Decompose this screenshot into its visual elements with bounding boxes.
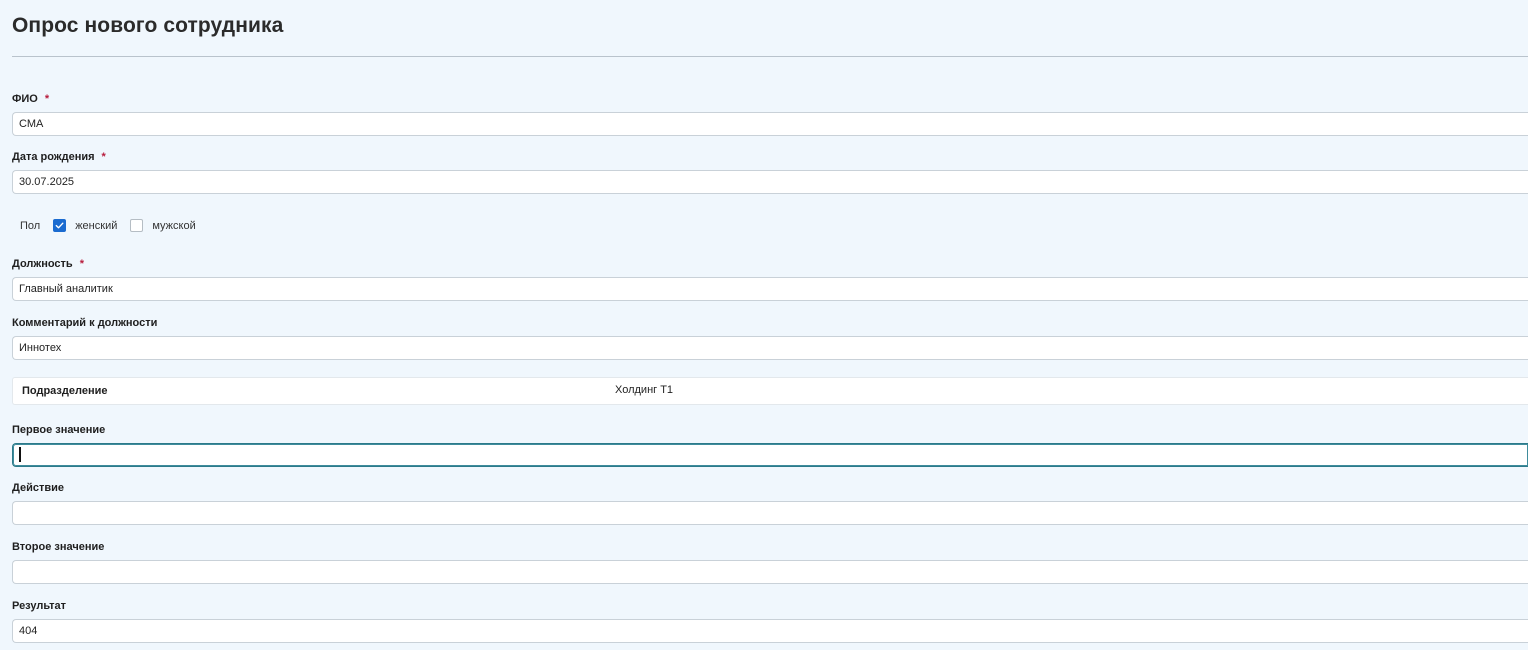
fio-input[interactable]: СМА xyxy=(12,112,1528,136)
fio-field: ФИО * СМА xyxy=(12,92,1528,136)
gender-female-label[interactable]: женский xyxy=(75,220,117,232)
first-value-label: Первое значение xyxy=(12,424,106,436)
action-field: Действие xyxy=(12,481,1528,525)
result-input[interactable]: 404 xyxy=(12,619,1528,643)
text-cursor xyxy=(19,446,21,462)
page-title: Опрос нового сотрудника xyxy=(12,14,284,37)
position-field: Должность * Главный аналитик xyxy=(12,257,1528,301)
first-value-input[interactable] xyxy=(12,443,1528,467)
gender-label: Пол xyxy=(20,219,41,232)
birth-date-input[interactable]: 30.07.2025 xyxy=(12,170,1528,194)
second-value-input[interactable] xyxy=(12,560,1528,584)
birth-date-field: Дата рождения * 30.07.2025 xyxy=(12,150,1528,194)
title-divider xyxy=(12,56,1528,57)
action-input[interactable] xyxy=(12,501,1528,525)
gender-male-checkbox[interactable] xyxy=(130,219,144,232)
gender-male-label[interactable]: мужской xyxy=(152,220,195,232)
second-value-label: Второе значение xyxy=(12,541,105,553)
department-value: Холдинг Т1 xyxy=(615,384,674,396)
position-comment-label: Комментарий к должности xyxy=(12,317,158,329)
position-comment-field: Комментарий к должности Иннотех xyxy=(12,316,1528,360)
result-label: Результат xyxy=(12,600,67,612)
required-asterisk: * xyxy=(79,258,84,270)
second-value-field: Второе значение xyxy=(12,540,1528,584)
birth-date-label: Дата рождения * xyxy=(12,151,106,163)
department-label: Подразделение xyxy=(22,385,108,397)
action-label: Действие xyxy=(12,482,64,494)
required-asterisk: * xyxy=(101,151,106,163)
position-label: Должность * xyxy=(12,258,84,270)
result-field: Результат 404 xyxy=(12,599,1528,643)
department-row: Подразделение Холдинг Т1 xyxy=(12,377,1528,405)
first-value-field: Первое значение xyxy=(12,423,1528,467)
position-comment-input[interactable]: Иннотех xyxy=(12,336,1528,360)
required-asterisk: * xyxy=(44,93,50,105)
position-input[interactable]: Главный аналитик xyxy=(12,277,1528,301)
fio-label: ФИО * xyxy=(12,93,50,105)
gender-female-checkbox[interactable] xyxy=(53,219,67,232)
check-icon xyxy=(55,222,64,229)
gender-group: Пол женский мужской xyxy=(20,217,209,234)
